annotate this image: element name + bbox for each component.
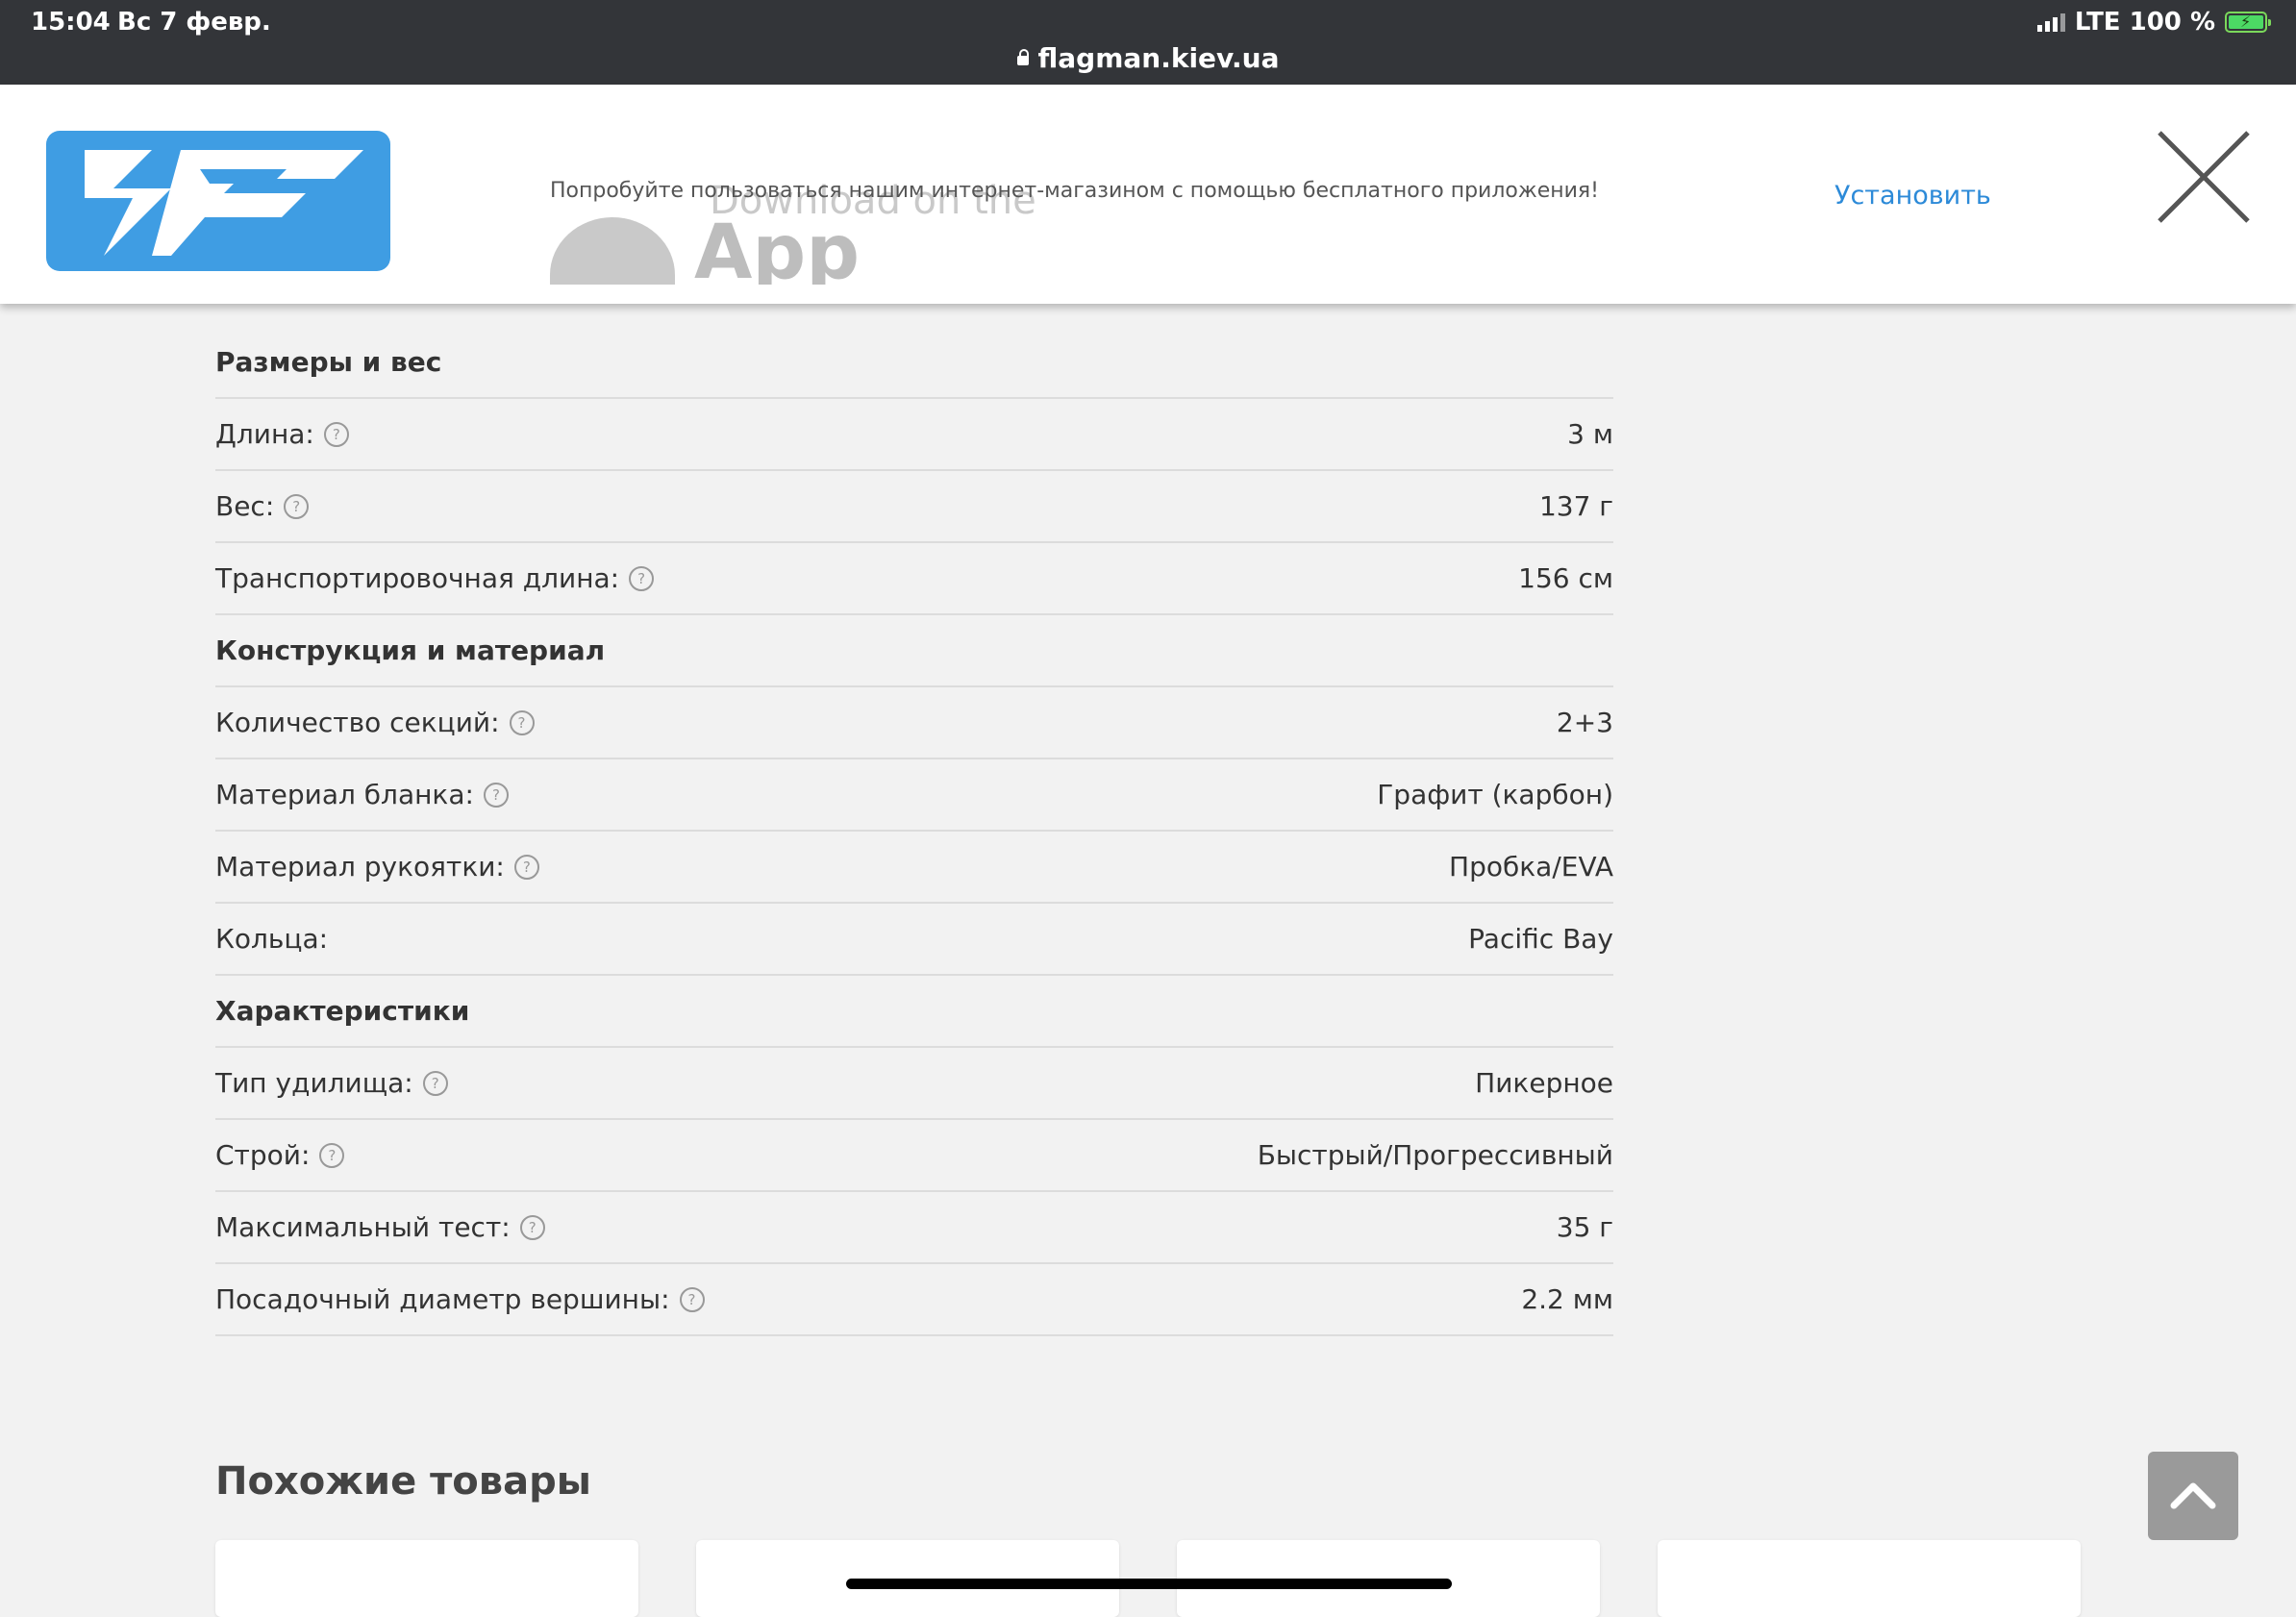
address-bar[interactable]: flagman.kiev.ua xyxy=(0,42,2296,74)
spec-row: Длина:? 3 м xyxy=(215,399,1613,471)
spec-row: Тип удилища:? Пикерное xyxy=(215,1048,1613,1120)
help-icon[interactable]: ? xyxy=(422,1070,448,1096)
spec-value: 35 г xyxy=(1556,1211,1613,1243)
spec-label: Транспортировочная длина: xyxy=(215,562,620,594)
chevron-up-icon xyxy=(2170,1482,2216,1509)
spec-value: Pacific Bay xyxy=(1468,923,1613,955)
spec-section-title: Конструкция и материал xyxy=(215,615,1613,687)
network-status: LTE 100 % xyxy=(2074,8,2215,37)
specs-table: Размеры и вес Длина:? 3 м Вес:? 137 г Транспо… xyxy=(215,327,1613,1336)
help-icon[interactable]: ? xyxy=(519,1214,545,1240)
status-date: Вс 7 февр. xyxy=(117,8,271,37)
spec-label-wrap: Тип удилища:? xyxy=(215,1067,448,1099)
spec-value: 156 см xyxy=(1518,562,1613,594)
spec-label: Длина: xyxy=(215,418,314,450)
help-icon[interactable]: ? xyxy=(483,782,509,808)
spec-label-wrap: Транспортировочная длина:? xyxy=(215,562,655,594)
spec-label: Тип удилища: xyxy=(215,1067,413,1099)
scroll-to-top-button[interactable] xyxy=(2148,1452,2238,1540)
spec-label-wrap: Кольца: xyxy=(215,923,328,955)
status-time: 15:04 xyxy=(31,8,111,37)
apple-icon xyxy=(550,217,675,285)
spec-label: Посадочный диаметр вершины: xyxy=(215,1283,670,1315)
spec-label: Кольца: xyxy=(215,923,329,955)
app-install-banner: Download on the App Store Попробуйте пол… xyxy=(0,85,2296,304)
spec-row: Максимальный тест:? 35 г xyxy=(215,1192,1613,1264)
spec-value: 2+3 xyxy=(1556,707,1613,738)
spec-label: Количество секций: xyxy=(215,707,500,738)
spec-row: Посадочный диаметр вершины:? 2.2 мм xyxy=(215,1264,1613,1336)
help-icon[interactable]: ? xyxy=(513,854,539,880)
spec-value: 137 г xyxy=(1538,490,1613,522)
spec-label-wrap: Количество секций:? xyxy=(215,707,535,738)
spec-label: Материал бланка: xyxy=(215,779,474,810)
spec-row: Кольца: Pacific Bay xyxy=(215,904,1613,976)
status-indicators: LTE 100 % ⚡ xyxy=(2036,8,2271,37)
spec-value: 3 м xyxy=(1567,418,1613,450)
spec-row: Вес:? 137 г xyxy=(215,471,1613,543)
help-icon[interactable]: ? xyxy=(319,1142,345,1168)
spec-label: Материал рукоятки: xyxy=(215,851,505,883)
spec-label-wrap: Материал рукоятки:? xyxy=(215,851,539,883)
close-banner-button[interactable] xyxy=(2156,129,2252,225)
spec-row: Материал бланка:? Графит (карбон) xyxy=(215,759,1613,832)
spec-row: Строй:? Быстрый/Прогрессивный xyxy=(215,1120,1613,1192)
spec-value: Пробка/EVA xyxy=(1449,851,1613,883)
help-icon[interactable]: ? xyxy=(509,709,535,735)
spec-section-title: Размеры и вес xyxy=(215,327,1613,399)
close-icon xyxy=(2158,131,2250,223)
spec-label-wrap: Материал бланка:? xyxy=(215,779,509,810)
install-button[interactable]: Установить xyxy=(1834,181,1991,211)
url-text: flagman.kiev.ua xyxy=(1037,42,1280,74)
spec-label-wrap: Максимальный тест:? xyxy=(215,1211,545,1243)
spec-value: Пикерное xyxy=(1475,1067,1613,1099)
home-indicator xyxy=(846,1579,1452,1589)
spec-value: 2.2 мм xyxy=(1521,1283,1613,1315)
signal-icon xyxy=(2036,12,2065,32)
product-card[interactable] xyxy=(215,1540,638,1617)
spec-label: Строй: xyxy=(215,1139,311,1171)
spec-label: Вес: xyxy=(215,490,275,522)
spec-label: Максимальный тест: xyxy=(215,1211,511,1243)
appstore-large-text: App Store xyxy=(694,210,861,285)
help-icon[interactable]: ? xyxy=(323,421,349,447)
spec-value: Графит (карбон) xyxy=(1377,779,1613,810)
spec-label-wrap: Вес:? xyxy=(215,490,310,522)
help-icon[interactable]: ? xyxy=(679,1286,705,1312)
battery-icon: ⚡ xyxy=(2225,12,2271,33)
spec-row: Материал рукоятки:? Пробка/EVA xyxy=(215,832,1613,904)
promo-text: Попробуйте пользоваться нашим интернет-м… xyxy=(550,179,1599,203)
help-icon[interactable]: ? xyxy=(629,565,655,591)
spec-value: Быстрый/Прогрессивный xyxy=(1257,1139,1613,1171)
status-bar: 15:04 Вс 7 февр. flagman.kiev.ua LTE 100… xyxy=(0,0,2296,85)
spec-label-wrap: Длина:? xyxy=(215,418,349,450)
spec-section-title: Характеристики xyxy=(215,976,1613,1048)
spec-label-wrap: Строй:? xyxy=(215,1139,345,1171)
flagman-logo xyxy=(46,131,390,271)
product-card[interactable] xyxy=(1658,1540,2081,1617)
spec-row: Транспортировочная длина:? 156 см xyxy=(215,543,1613,615)
spec-row: Количество секций:? 2+3 xyxy=(215,687,1613,759)
help-icon[interactable]: ? xyxy=(284,493,310,519)
similar-products-title: Похожие товары xyxy=(215,1459,591,1504)
lock-icon xyxy=(1016,49,1029,65)
spec-label-wrap: Посадочный диаметр вершины:? xyxy=(215,1283,705,1315)
